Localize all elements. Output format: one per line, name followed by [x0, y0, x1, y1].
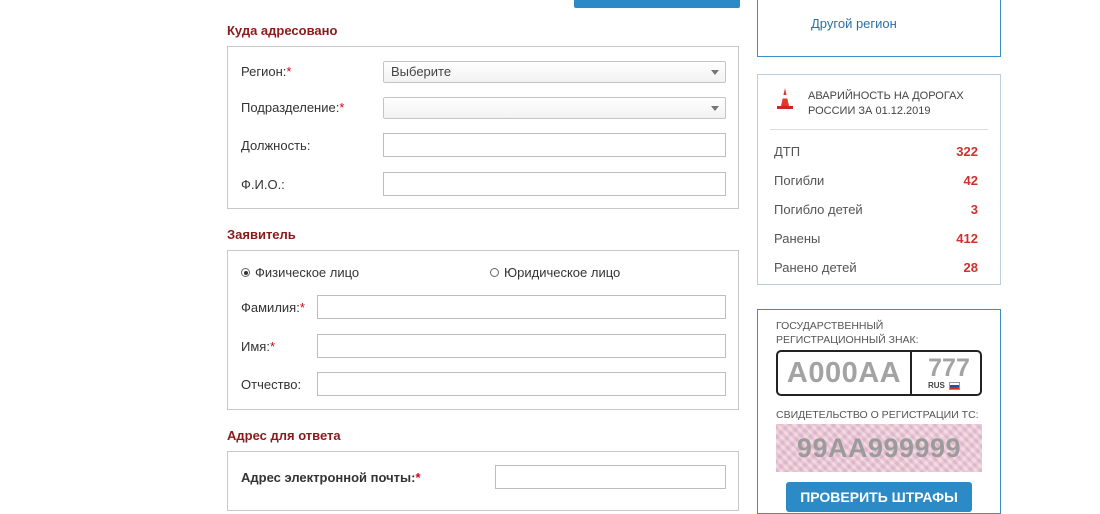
check-fines-button[interactable]: Проверить штрафы [786, 482, 972, 512]
russian-flag-icon [949, 382, 960, 390]
divider [770, 129, 988, 130]
section-title-destination: Куда адресовано [227, 23, 338, 38]
stat-value-children-injured: 28 [963, 260, 978, 275]
region-box: Другой регион [757, 0, 1001, 57]
region-select[interactable]: Выберите [383, 61, 726, 83]
region-label: Регион:* [241, 64, 292, 79]
fines-check-panel: Государственный регистрационный знак: А0… [757, 309, 1001, 514]
section-title-applicant: Заявитель [227, 227, 296, 242]
radio-individual[interactable] [241, 268, 250, 277]
destination-fieldset: Регион:* Выберите Подразделение:* Должно… [227, 46, 739, 209]
plate-number: А000АА [778, 352, 912, 394]
registration-certificate-example[interactable]: 99АА999999 [776, 424, 982, 472]
fio-input[interactable] [383, 172, 726, 196]
name-input[interactable] [317, 334, 726, 358]
stat-value-injured: 412 [956, 231, 978, 246]
division-label: Подразделение:* [241, 100, 345, 115]
patronymic-input[interactable] [317, 372, 726, 396]
division-select[interactable] [383, 97, 726, 119]
chevron-down-icon [711, 106, 719, 111]
email-label: Адрес электронной почты:* [241, 470, 421, 485]
fio-label: Ф.И.О.: [241, 177, 285, 192]
license-plate-example[interactable]: А000АА 777 RUS [776, 350, 982, 396]
accident-stats-title: Аварийность на дорогах России за 01.12.2… [808, 90, 964, 117]
surname-input[interactable] [317, 295, 726, 319]
radio-legal-entity-label[interactable]: Юридическое лицо [504, 265, 620, 280]
stat-label-children-injured: Ранено детей [774, 260, 857, 275]
plate-caption: Государственный регистрационный знак: [776, 320, 919, 346]
stat-label-injured: Ранены [774, 231, 821, 246]
position-label: Должность: [241, 138, 311, 153]
plate-country: RUS [928, 381, 945, 390]
radio-individual-label[interactable]: Физическое лицо [255, 265, 359, 280]
stat-value-dtp: 322 [956, 144, 978, 159]
top-submit-button[interactable] [574, 0, 740, 8]
reply-address-fieldset: Адрес электронной почты:* [227, 451, 739, 511]
region-select-value: Выберите [391, 64, 452, 79]
plate-region: 777 [928, 354, 970, 382]
name-label: Имя:* [241, 339, 275, 354]
certificate-caption: Свидетельство о регистрации ТС: [776, 409, 979, 421]
applicant-fieldset: Физическое лицо Юридическое лицо Фамилия… [227, 250, 739, 410]
radio-legal-entity[interactable] [490, 268, 499, 277]
traffic-cone-icon [777, 88, 793, 109]
stat-value-children-killed: 3 [970, 202, 978, 217]
other-region-link[interactable]: Другой регион [811, 16, 897, 31]
position-input[interactable] [383, 133, 726, 157]
stat-label-dtp: ДТП [774, 144, 801, 159]
patronymic-label: Отчество: [241, 377, 302, 392]
chevron-down-icon [711, 70, 719, 75]
email-input[interactable] [495, 465, 726, 489]
stat-value-killed: 42 [963, 173, 978, 188]
stat-label-children-killed: Погибло детей [774, 202, 863, 217]
section-title-reply-address: Адрес для ответа [227, 428, 341, 443]
stat-label-killed: Погибли [774, 173, 825, 188]
surname-label: Фамилия:* [241, 300, 305, 315]
accident-stats-panel: Аварийность на дорогах России за 01.12.2… [757, 74, 1001, 285]
